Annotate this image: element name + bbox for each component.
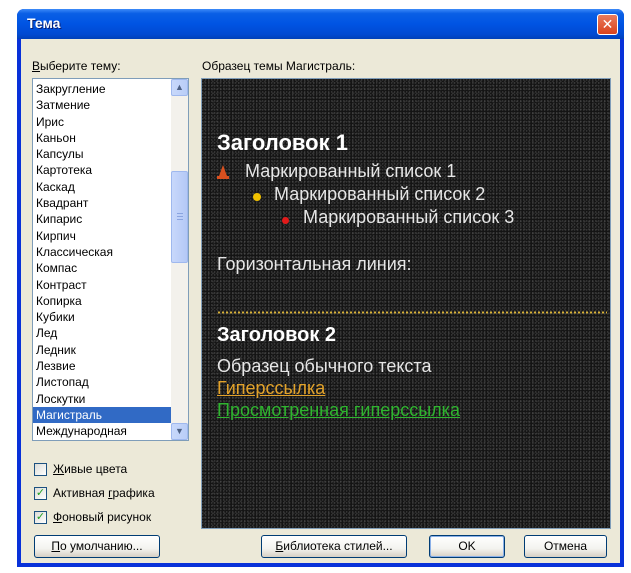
theme-list-item[interactable]: Листопад bbox=[33, 374, 171, 390]
theme-list-item[interactable]: Магистраль bbox=[33, 406, 171, 424]
active-graphics-label: Активная графика bbox=[53, 486, 155, 500]
theme-list-item[interactable]: Контраст bbox=[33, 277, 171, 293]
theme-list-item[interactable]: Капсулы bbox=[33, 146, 171, 162]
theme-list-item[interactable]: Каскад bbox=[33, 179, 171, 195]
window-title: Тема bbox=[27, 15, 61, 31]
close-button[interactable]: ✕ bbox=[597, 14, 618, 35]
preview-bullet1: Маркированный список 1 bbox=[245, 161, 457, 181]
theme-list-item[interactable]: Картотека bbox=[33, 162, 171, 178]
theme-list-item[interactable]: Закругление bbox=[33, 81, 171, 97]
theme-list-item[interactable]: Международная bbox=[33, 423, 171, 439]
dialog-body: Выберите тему: Образец темы Магистраль: … bbox=[21, 39, 620, 563]
arrow-up-icon: ▲ bbox=[175, 82, 184, 92]
scroll-thumb[interactable] bbox=[171, 171, 188, 263]
preview-hyperlink[interactable]: Гиперссылка bbox=[217, 378, 325, 399]
theme-list-item[interactable]: Модули bbox=[33, 440, 171, 441]
preview-normal-text: Образец обычного текста bbox=[217, 356, 432, 376]
theme-list-item[interactable]: Лед bbox=[33, 325, 171, 341]
preview-bullet2: Маркированный список 2 bbox=[274, 184, 486, 204]
background-image-label: Фоновый рисунок bbox=[53, 510, 152, 524]
bullet1-icon bbox=[216, 164, 230, 183]
theme-list-item[interactable]: Копирка bbox=[33, 293, 171, 309]
checkmark-icon: ✓ bbox=[35, 487, 46, 499]
sample-label: Образец темы Магистраль: bbox=[202, 59, 356, 73]
theme-list-item[interactable]: Затмение bbox=[33, 97, 171, 113]
preview-heading1: Заголовок 1 bbox=[217, 130, 348, 155]
theme-list-item[interactable]: Квадрант bbox=[33, 195, 171, 211]
default-button[interactable]: По умолчанию... bbox=[34, 535, 160, 558]
theme-list-item[interactable]: Кубики bbox=[33, 309, 171, 325]
theme-list-item[interactable]: Классическая bbox=[33, 244, 171, 260]
bullet3-icon bbox=[281, 214, 290, 228]
theme-list-item[interactable]: Ледник bbox=[33, 342, 171, 358]
theme-list-items: Закругление Затмение Ирис Каньон Капсулы Карт… bbox=[33, 81, 171, 441]
theme-list-scrollbar[interactable]: ▲ ▼ bbox=[171, 79, 188, 440]
bullet2-icon bbox=[252, 191, 262, 205]
preview-horizontal-rule bbox=[217, 311, 607, 314]
theme-dialog: Тема ✕ Выберите тему: Образец темы Магис… bbox=[17, 9, 624, 567]
style-gallery-button[interactable]: Библиотека стилей... bbox=[261, 535, 407, 558]
ok-button[interactable]: OK bbox=[429, 535, 505, 558]
preview-hline-label: Горизонтальная линия: bbox=[217, 254, 412, 274]
theme-list-item[interactable]: Компас bbox=[33, 260, 171, 276]
arrow-down-icon: ▼ bbox=[175, 426, 184, 436]
scroll-up-button[interactable]: ▲ bbox=[171, 79, 188, 96]
checkmark-icon: ✓ bbox=[35, 511, 46, 523]
preview-bullet3: Маркированный список 3 bbox=[303, 207, 515, 227]
theme-list-item[interactable]: Каньон bbox=[33, 130, 171, 146]
active-graphics-checkbox[interactable]: ✓ bbox=[34, 487, 47, 500]
preview-visited-hyperlink[interactable]: Просмотренная гиперссылка bbox=[217, 400, 460, 421]
close-icon: ✕ bbox=[601, 16, 614, 32]
theme-list-item[interactable]: Кирпич bbox=[33, 228, 171, 244]
theme-preview: Заголовок 1 Маркированный список 1 Марки… bbox=[201, 78, 611, 529]
theme-list-item[interactable]: Кипарис bbox=[33, 211, 171, 227]
background-image-checkbox[interactable]: ✓ bbox=[34, 511, 47, 524]
grip-line bbox=[177, 216, 183, 217]
grip-line bbox=[177, 219, 183, 220]
theme-list-item[interactable]: Ирис bbox=[33, 114, 171, 130]
preview-heading2: Заголовок 2 bbox=[217, 324, 337, 346]
theme-list-item[interactable]: Лезвие bbox=[33, 358, 171, 374]
title-bar[interactable]: Тема ✕ bbox=[17, 9, 624, 39]
choose-theme-label: Выберите тему: bbox=[32, 59, 121, 73]
grip-line bbox=[177, 213, 183, 214]
theme-list-item[interactable]: Лоскутки bbox=[33, 391, 171, 407]
scroll-down-button[interactable]: ▼ bbox=[171, 423, 188, 440]
vivid-colors-checkbox[interactable] bbox=[34, 463, 47, 476]
vivid-colors-label: Живые цвета bbox=[53, 462, 128, 476]
theme-list[interactable]: Закругление Затмение Ирис Каньон Капсулы Карт… bbox=[32, 78, 189, 441]
cancel-button[interactable]: Отмена bbox=[524, 535, 607, 558]
